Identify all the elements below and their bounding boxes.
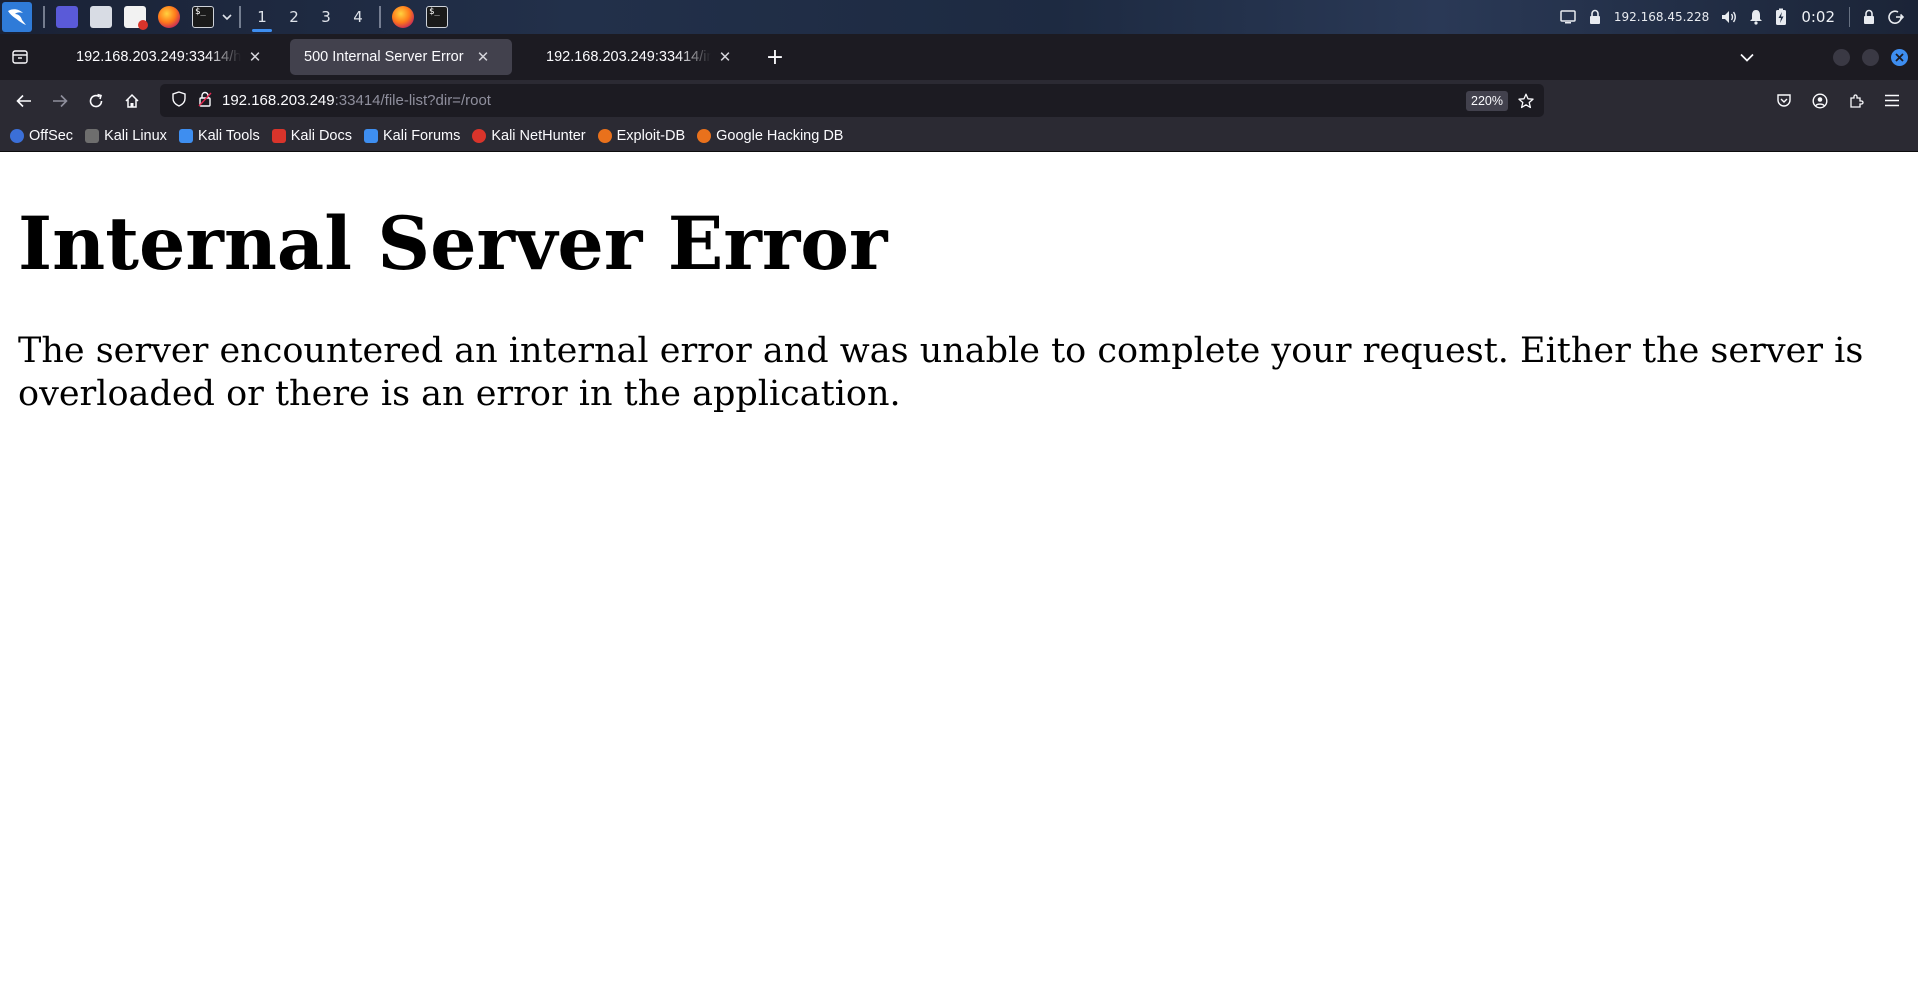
terminal-icon[interactable]: $_ bbox=[192, 6, 214, 28]
bookmark-exploit-db[interactable]: Exploit-DB bbox=[597, 128, 686, 144]
firefox-icon[interactable] bbox=[158, 6, 180, 28]
bookmark-kali-tools[interactable]: Kali Tools bbox=[178, 128, 260, 144]
back-button[interactable] bbox=[6, 83, 42, 119]
panel-separator bbox=[379, 6, 381, 28]
reload-button[interactable] bbox=[78, 83, 114, 119]
desktop-top-panel: $_ 1 2 3 4 $_ 192.168.45.228 0:02 bbox=[0, 0, 1918, 34]
ghdb-icon bbox=[697, 129, 712, 143]
error-message: The server encountered an internal error… bbox=[18, 331, 1864, 414]
bookmarks-toolbar: OffSec Kali Linux Kali Tools Kali Docs K… bbox=[0, 121, 1918, 152]
terminal-task-icon[interactable]: $_ bbox=[426, 6, 448, 28]
tab-strip: 192.168.203.249:33414/h ✕ 500 Internal S… bbox=[0, 34, 1918, 80]
home-button[interactable] bbox=[114, 83, 150, 119]
bookmark-label: Kali Forums bbox=[382, 128, 461, 144]
bookmark-offsec[interactable]: OffSec bbox=[10, 128, 73, 144]
bookmark-label: Kali Docs bbox=[290, 128, 352, 144]
bookmark-kali-forums[interactable]: Kali Forums bbox=[363, 128, 461, 144]
navigation-toolbar: 192.168.203.249:33414/file-list?dir=/roo… bbox=[0, 80, 1918, 121]
tab-2-active[interactable]: 500 Internal Server Error ✕ bbox=[290, 39, 512, 75]
bookmark-kali-docs[interactable]: Kali Docs bbox=[271, 128, 352, 144]
tab-1[interactable]: 192.168.203.249:33414/h ✕ bbox=[62, 39, 282, 75]
display-icon[interactable] bbox=[1554, 10, 1582, 24]
lock-screen-icon[interactable] bbox=[1856, 9, 1882, 25]
panel-separator bbox=[1849, 7, 1850, 27]
workspace-2[interactable]: 2 bbox=[278, 0, 310, 34]
toolbar-right bbox=[1766, 83, 1918, 119]
workspace-1[interactable]: 1 bbox=[246, 0, 278, 34]
tab-title: 500 Internal Server Error bbox=[304, 49, 464, 65]
url-host: 192.168.203.249 bbox=[222, 92, 335, 109]
chevron-down-icon[interactable] bbox=[220, 0, 234, 34]
panel-left: $_ 1 2 3 4 $_ bbox=[0, 0, 454, 34]
minimize-button[interactable] bbox=[1833, 48, 1850, 66]
url-path: :33414/file-list?dir=/root bbox=[334, 92, 491, 109]
tab-strip-right bbox=[1727, 34, 1918, 80]
panel-separator bbox=[239, 6, 241, 28]
bookmark-star-icon[interactable] bbox=[1508, 84, 1544, 117]
insecure-lock-icon[interactable] bbox=[198, 91, 212, 111]
panel-clock[interactable]: 0:02 bbox=[1793, 8, 1843, 26]
panel-tray: 192.168.45.228 0:02 bbox=[1554, 0, 1918, 34]
notification-bell-icon[interactable] bbox=[1743, 9, 1769, 25]
url-bar[interactable]: 192.168.203.249:33414/file-list?dir=/roo… bbox=[160, 84, 1544, 117]
extensions-icon[interactable] bbox=[1838, 83, 1874, 119]
list-all-tabs-chevron-icon[interactable] bbox=[1727, 37, 1767, 77]
bookmark-kali-nethunter[interactable]: Kali NetHunter bbox=[472, 128, 586, 144]
vpn-lock-icon[interactable] bbox=[1582, 9, 1608, 25]
bookmark-label: Kali NetHunter bbox=[491, 128, 586, 144]
account-icon[interactable] bbox=[1802, 83, 1838, 119]
logout-icon[interactable] bbox=[1882, 9, 1910, 25]
kali-tools-icon bbox=[178, 129, 193, 143]
window-close-button[interactable] bbox=[1891, 48, 1908, 66]
pocket-icon[interactable] bbox=[1766, 83, 1802, 119]
kali-menu-icon[interactable] bbox=[2, 2, 32, 32]
text-editor-icon[interactable] bbox=[124, 6, 148, 30]
page-title: Internal Server Error bbox=[18, 201, 888, 287]
maximize-button[interactable] bbox=[1862, 48, 1879, 66]
ip-address-label: 192.168.45.228 bbox=[1613, 10, 1710, 24]
url-text[interactable]: 192.168.203.249:33414/file-list?dir=/roo… bbox=[222, 92, 491, 109]
panel-separator bbox=[43, 6, 45, 28]
exploit-db-icon bbox=[597, 129, 612, 143]
bookmark-label: OffSec bbox=[29, 128, 74, 144]
new-tab-button[interactable]: + bbox=[758, 40, 792, 74]
bookmark-label: Exploit-DB bbox=[616, 128, 686, 144]
kali-forums-icon bbox=[363, 129, 378, 143]
zoom-level-badge[interactable]: 220% bbox=[1466, 90, 1508, 111]
tab-3[interactable]: 192.168.203.249:33414/in ✕ bbox=[532, 39, 752, 75]
nethunter-icon bbox=[472, 129, 487, 143]
page-content: Internal Server Error The server encount… bbox=[0, 152, 1918, 998]
bookmark-google-hacking-db[interactable]: Google Hacking DB bbox=[697, 128, 843, 144]
bookmark-label: Google Hacking DB bbox=[716, 128, 844, 144]
kali-dragon-icon bbox=[85, 129, 100, 143]
bookmark-label: Kali Tools bbox=[197, 128, 260, 144]
close-icon[interactable]: ✕ bbox=[715, 48, 735, 66]
close-icon[interactable]: ✕ bbox=[245, 48, 265, 66]
file-manager-icon[interactable] bbox=[90, 6, 112, 28]
bookmark-label: Kali Linux bbox=[104, 128, 167, 144]
tracking-shield-icon[interactable] bbox=[172, 90, 186, 111]
tab-title: 192.168.203.249:33414/in bbox=[546, 49, 711, 65]
tab-title: 192.168.203.249:33414/h bbox=[76, 49, 241, 65]
firefox-task-icon[interactable] bbox=[392, 6, 414, 28]
desktop-icon[interactable] bbox=[56, 6, 78, 28]
firefox-view-icon[interactable] bbox=[0, 34, 40, 80]
volume-icon[interactable] bbox=[1715, 10, 1743, 24]
workspace-4[interactable]: 4 bbox=[342, 0, 374, 34]
battery-charging-icon[interactable] bbox=[1769, 8, 1793, 26]
forward-button[interactable] bbox=[42, 83, 78, 119]
bookmark-kali-linux[interactable]: Kali Linux bbox=[85, 128, 167, 144]
close-icon[interactable]: ✕ bbox=[473, 48, 493, 66]
hamburger-menu-icon[interactable] bbox=[1874, 83, 1910, 119]
kali-docs-icon bbox=[271, 129, 286, 143]
offsec-icon bbox=[10, 129, 24, 143]
workspace-3[interactable]: 3 bbox=[310, 0, 342, 34]
